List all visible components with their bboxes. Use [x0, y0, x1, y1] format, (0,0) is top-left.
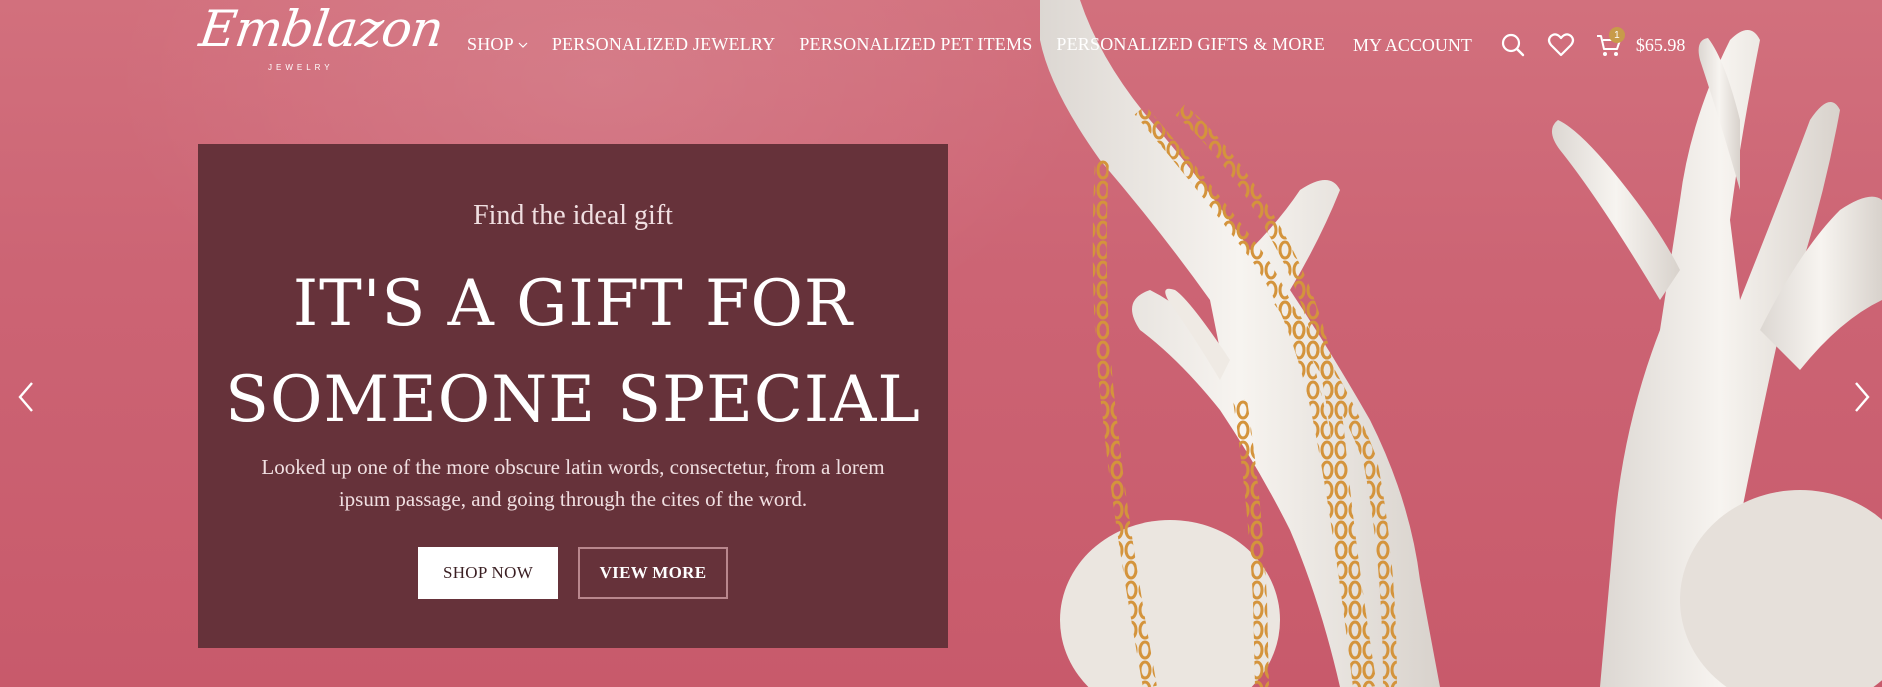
- shop-now-button[interactable]: SHOP NOW: [418, 547, 558, 599]
- logo-wordmark: Emblazon: [195, 0, 447, 58]
- cart-button[interactable]: 1 $65.98: [1594, 27, 1686, 60]
- nav-item-label: PERSONALIZED JEWELRY: [551, 34, 776, 54]
- slide-buttons: SHOP NOW VIEW MORE: [418, 547, 728, 599]
- my-account-link[interactable]: MY ACCOUNT: [1353, 35, 1472, 56]
- slide-description: Looked up one of the more obscure latin …: [261, 455, 885, 511]
- nav-item-label: SHOP: [467, 34, 514, 54]
- logo-subtitle: JEWELRY: [268, 63, 334, 72]
- header-actions: MY ACCOUNT 1 $65.98: [1353, 27, 1686, 60]
- slide-title-line1: IT'S A GIFT FOR: [292, 267, 854, 341]
- search-button[interactable]: [1498, 30, 1528, 60]
- site-header: Emblazon JEWELRY SHOP PERSONALIZED JEWEL…: [0, 0, 1882, 92]
- slide-title-line2: SOMEONE SPECIAL: [225, 363, 921, 437]
- jewelry-stand-image: [1040, 0, 1882, 687]
- chevron-right-icon[interactable]: [1846, 380, 1876, 414]
- search-icon: [1501, 33, 1525, 57]
- main-navigation: SHOP PERSONALIZED JEWELRY PERSONALIZED P…: [467, 34, 1349, 55]
- brand-logo[interactable]: Emblazon JEWELRY: [196, 0, 447, 82]
- nav-item-personalized-pet-items[interactable]: PERSONALIZED PET ITEMS: [799, 34, 1032, 55]
- cart-count-badge: 1: [1608, 27, 1625, 43]
- slide-content-box: Find the ideal gift IT'S A GIFT FOR SOME…: [198, 144, 948, 648]
- slide-eyebrow: Find the ideal gift: [473, 200, 673, 231]
- nav-item-label: PERSONALIZED GIFTS & MORE: [1056, 34, 1325, 54]
- hero-slider: Emblazon JEWELRY SHOP PERSONALIZED JEWEL…: [0, 0, 1882, 687]
- view-more-button[interactable]: VIEW MORE: [578, 547, 728, 599]
- nav-item-label: PERSONALIZED PET ITEMS: [799, 34, 1033, 54]
- nav-item-personalized-gifts[interactable]: PERSONALIZED GIFTS & MORE: [1056, 34, 1325, 55]
- heart-icon: [1547, 33, 1574, 57]
- cart-icon-wrap: 1: [1594, 27, 1625, 60]
- nav-item-shop[interactable]: SHOP: [467, 34, 528, 55]
- cart-total: $65.98: [1635, 34, 1686, 55]
- chevron-down-icon: [518, 42, 528, 48]
- slide-title: IT'S A GIFT FOR SOMEONE SPECIAL: [198, 256, 948, 448]
- chevron-left-icon[interactable]: [12, 380, 42, 414]
- nav-item-personalized-jewelry[interactable]: PERSONALIZED JEWELRY: [552, 34, 776, 55]
- wishlist-button[interactable]: [1546, 30, 1576, 60]
